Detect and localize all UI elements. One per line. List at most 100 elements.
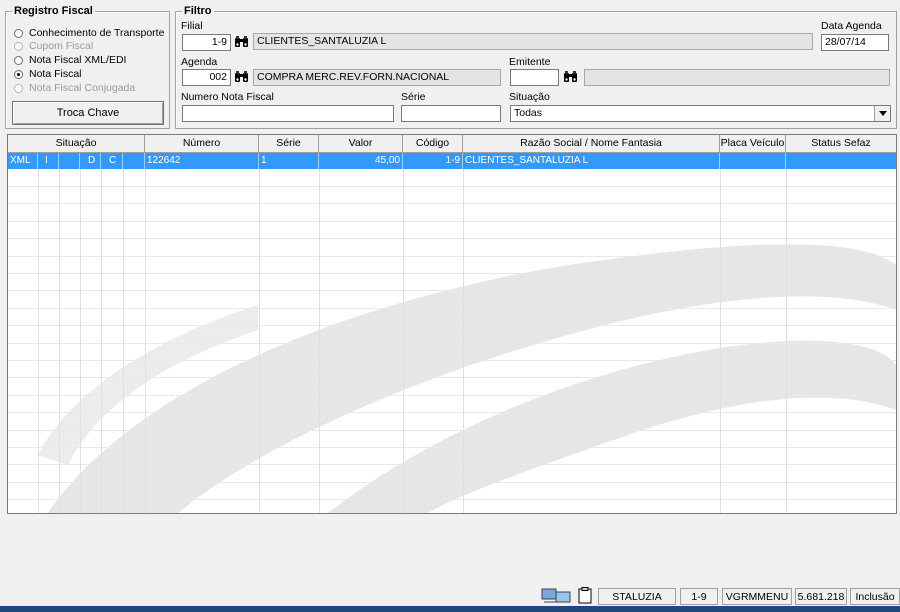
- header-situacao[interactable]: Situação: [8, 135, 145, 152]
- numero-nota-input[interactable]: [182, 105, 394, 122]
- header-codigo[interactable]: Código: [403, 135, 463, 152]
- emitente-code-input[interactable]: [510, 69, 559, 86]
- table-row[interactable]: XML I D C 122642 1 45,00 1-9 CLIENTES_SA…: [8, 153, 896, 169]
- registro-fiscal-group: Registro Fiscal Conhecimento de Transpor…: [5, 5, 170, 129]
- grid-row-line: [8, 203, 896, 204]
- grid-header: Situação Número Série Valor Código Razão…: [8, 135, 896, 153]
- grid-row-line: [8, 308, 896, 309]
- emitente-name-field: [584, 69, 890, 86]
- cell-razao-social: CLIENTES_SANTALUZIA L: [463, 153, 720, 169]
- status-bar: STALUZIA 1-9 VGRMMENU 5.681.218 Inclusão: [0, 586, 900, 606]
- flag-d: D: [80, 153, 101, 169]
- data-agenda-input[interactable]: 28/07/14: [821, 34, 889, 51]
- grid-column-line: [259, 169, 260, 513]
- radio-nota-fiscal[interactable]: Nota Fiscal: [14, 68, 82, 80]
- header-placa-veiculo[interactable]: Placa Veículo: [720, 135, 786, 152]
- taskbar: [0, 606, 900, 612]
- radio-label: Cupom Fiscal: [29, 40, 94, 52]
- cell-serie: 1: [259, 153, 319, 169]
- agenda-code-input[interactable]: 002: [182, 69, 231, 86]
- status-mode: Inclusão: [850, 588, 900, 605]
- radio-conhecimento-transporte[interactable]: Conhecimento de Transporte: [14, 27, 164, 39]
- radio-circle[interactable]: [14, 28, 23, 38]
- grid-row-line: [8, 186, 896, 187]
- grid-column-line: [720, 169, 721, 513]
- grid-column-line: [38, 169, 39, 513]
- radio-circle-selected[interactable]: [14, 69, 23, 79]
- header-numero[interactable]: Número: [145, 135, 259, 152]
- status-user: STALUZIA: [598, 588, 676, 605]
- grid-column-line: [123, 169, 124, 513]
- emitente-label: Emitente: [509, 56, 551, 68]
- grid-column-line: [463, 169, 464, 513]
- grid-row-line: [8, 256, 896, 257]
- radio-label: Nota Fiscal: [29, 68, 82, 80]
- situacao-label: Situação: [509, 91, 550, 103]
- troca-chave-button[interactable]: Troca Chave: [12, 101, 164, 125]
- grid-column-line: [101, 169, 102, 513]
- header-razao-social[interactable]: Razão Social / Nome Fantasia: [463, 135, 720, 152]
- registro-fiscal-title: Registro Fiscal: [12, 5, 95, 17]
- background-watermark: [38, 244, 896, 513]
- radio-cupom-fiscal: Cupom Fiscal: [14, 40, 93, 52]
- radio-nota-fiscal-conjugada: Nota Fiscal Conjugada: [14, 82, 135, 94]
- binoculars-icon[interactable]: [233, 69, 250, 85]
- filtro-title: Filtro: [182, 5, 214, 17]
- radio-nota-fiscal-xml[interactable]: Nota Fiscal XML/EDI: [14, 54, 126, 66]
- grid-column-line: [403, 169, 404, 513]
- filial-label: Filial: [181, 20, 203, 32]
- grid-column-line: [80, 169, 81, 513]
- cell-numero: 122642: [145, 153, 259, 169]
- filtro-group: Filtro Filial 1-9 CLIENTES_SANTALUZIA L …: [175, 5, 897, 129]
- grid-row-line: [8, 290, 896, 291]
- data-agenda-label: Data Agenda: [821, 20, 882, 32]
- radio-label: Nota Fiscal XML/EDI: [29, 54, 127, 66]
- notas-grid[interactable]: Situação Número Série Valor Código Razão…: [7, 134, 897, 514]
- grid-row-line: [8, 395, 896, 396]
- serie-label: Série: [401, 91, 426, 103]
- network-icon: [540, 587, 572, 605]
- cell-valor: 45,00: [319, 153, 403, 169]
- flag-last: [123, 153, 145, 169]
- grid-row-line: [8, 499, 896, 500]
- status-module: VGRMMENU: [722, 588, 792, 605]
- numero-nota-label: Numero Nota Fiscal: [181, 91, 274, 103]
- grid-row-line: [8, 273, 896, 274]
- filial-name-field: CLIENTES_SANTALUZIA L: [253, 33, 813, 50]
- grid-column-line: [319, 169, 320, 513]
- radio-circle[interactable]: [14, 55, 23, 65]
- filial-code-input[interactable]: 1-9: [182, 34, 231, 51]
- grid-column-line: [145, 169, 146, 513]
- grid-row-line: [8, 464, 896, 465]
- grid-row-line: [8, 238, 896, 239]
- flag-empty: [59, 153, 80, 169]
- binoculars-icon[interactable]: [233, 34, 250, 50]
- grid-row-line: [8, 325, 896, 326]
- header-status-sefaz[interactable]: Status Sefaz: [786, 135, 896, 152]
- situacao-selected-value: Todas: [514, 107, 543, 119]
- header-serie[interactable]: Série: [259, 135, 319, 152]
- grid-column-line: [786, 169, 787, 513]
- dropdown-arrow-icon[interactable]: [874, 106, 890, 121]
- binoculars-icon[interactable]: [562, 69, 579, 85]
- radio-circle: [14, 41, 23, 51]
- clipboard-icon: [578, 587, 596, 605]
- cell-status-sefaz: [786, 153, 896, 169]
- status-number: 5.681.218: [795, 588, 847, 605]
- grid-row-line: [8, 360, 896, 361]
- grid-row-line: [8, 447, 896, 448]
- serie-input[interactable]: [401, 105, 501, 122]
- flag-xml: XML: [8, 153, 38, 169]
- header-valor[interactable]: Valor: [319, 135, 403, 152]
- flag-i: I: [38, 153, 59, 169]
- grid-row-line: [8, 343, 896, 344]
- radio-label: Conhecimento de Transporte: [29, 27, 165, 39]
- radio-label: Nota Fiscal Conjugada: [29, 82, 136, 94]
- radio-circle: [14, 83, 23, 93]
- grid-row-line: [8, 412, 896, 413]
- situacao-select[interactable]: Todas: [510, 105, 891, 122]
- grid-row-line: [8, 482, 896, 483]
- cell-placa: [720, 153, 786, 169]
- agenda-label: Agenda: [181, 56, 218, 68]
- cell-codigo: 1-9: [403, 153, 463, 169]
